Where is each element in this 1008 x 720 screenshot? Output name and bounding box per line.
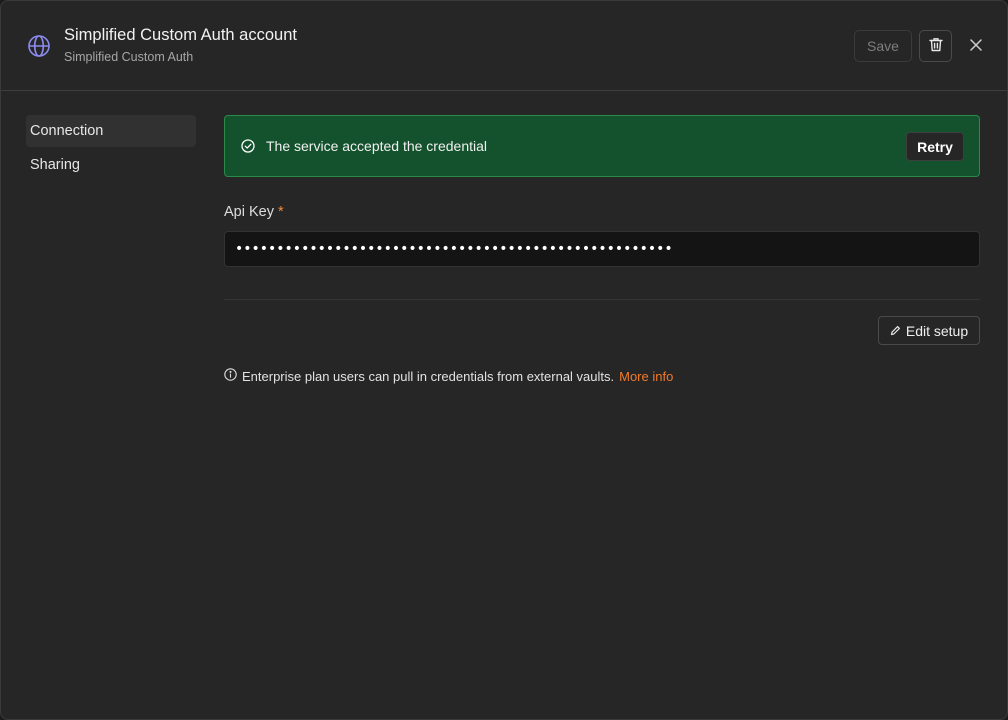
api-key-label-text: Api Key <box>224 204 274 220</box>
sidebar-item-sharing[interactable]: Sharing <box>26 149 196 181</box>
edit-setup-label: Edit setup <box>905 322 969 339</box>
more-info-link[interactable]: More info <box>619 369 673 384</box>
info-icon <box>224 368 237 384</box>
trash-icon <box>928 37 943 55</box>
info-text: Enterprise plan users can pull in creden… <box>242 368 615 384</box>
api-key-label: Api Key * <box>224 204 284 220</box>
api-key-input[interactable] <box>224 231 980 267</box>
delete-button[interactable] <box>919 30 952 62</box>
divider <box>224 299 980 300</box>
pencil-icon <box>890 323 901 339</box>
page-title: Simplified Custom Auth account <box>64 26 297 44</box>
page-subtitle: Simplified Custom Auth <box>64 50 194 64</box>
save-button[interactable]: Save <box>854 30 912 62</box>
required-marker: * <box>277 204 284 220</box>
retry-button[interactable]: Retry <box>906 132 964 161</box>
sidebar: Connection Sharing <box>26 115 196 183</box>
info-note: Enterprise plan users can pull in creden… <box>224 368 673 384</box>
edit-setup-button[interactable]: Edit setup <box>878 316 980 345</box>
modal-header: Simplified Custom Auth account Simplifie… <box>1 1 1007 91</box>
globe-icon <box>27 34 51 58</box>
banner-message: The service accepted the credential <box>266 138 488 154</box>
close-icon <box>970 38 982 54</box>
check-circle-icon <box>241 139 255 153</box>
success-banner: The service accepted the credential Retr… <box>224 115 980 177</box>
close-button[interactable] <box>965 35 987 57</box>
credential-modal: Simplified Custom Auth account Simplifie… <box>0 0 1008 720</box>
sidebar-item-label: Connection <box>30 123 104 139</box>
sidebar-item-label: Sharing <box>30 157 80 173</box>
sidebar-item-connection[interactable]: Connection <box>26 115 196 147</box>
